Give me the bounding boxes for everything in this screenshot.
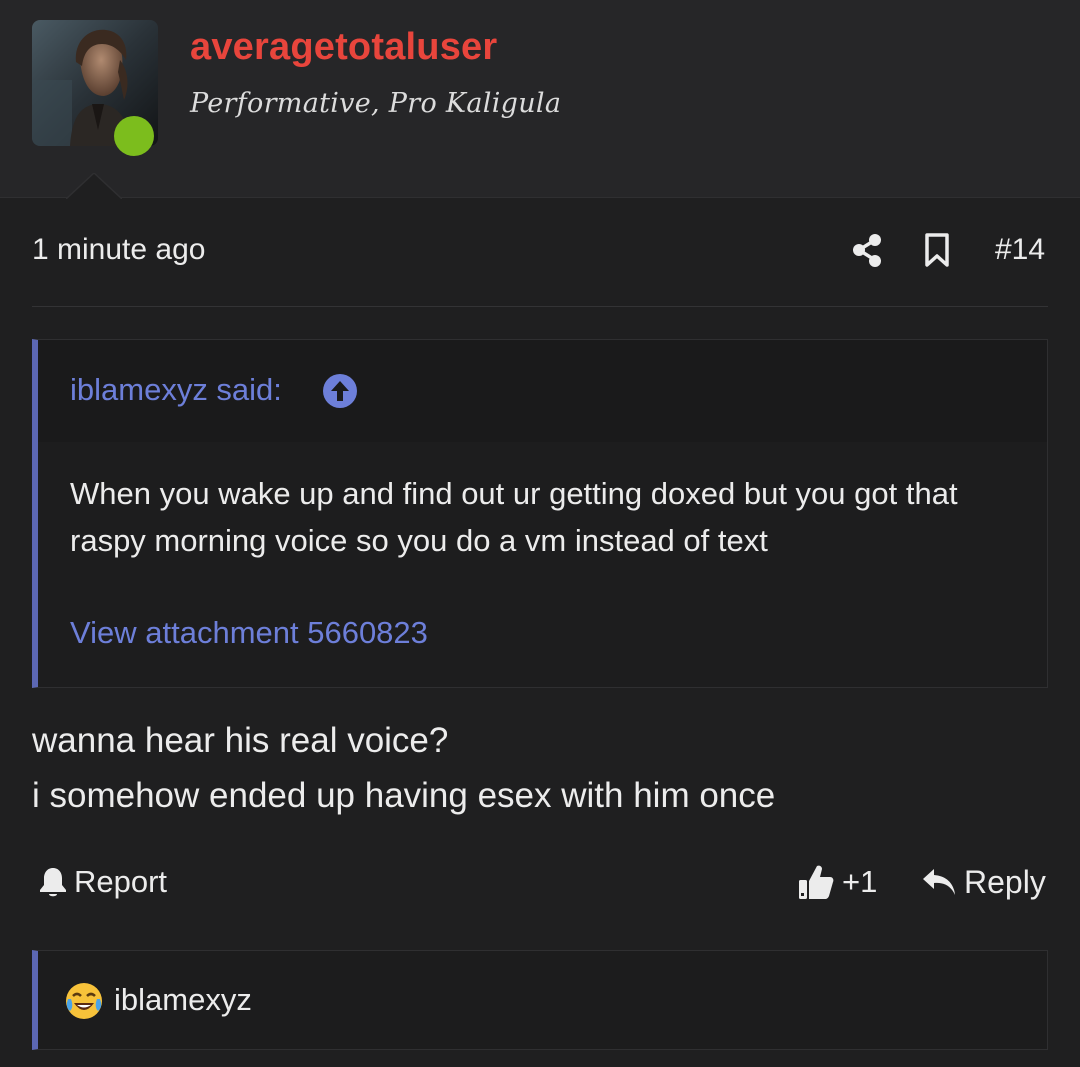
like-button[interactable]: +1 — [798, 860, 877, 904]
header-pointer-arrow — [66, 173, 122, 199]
quote-block: iblamexyz said: When you wake up and fin… — [32, 339, 1048, 688]
report-label: Report — [74, 864, 168, 899]
post-number-link[interactable]: #14 — [995, 233, 1045, 267]
author-username[interactable]: averagetotaluser — [190, 26, 497, 69]
reply-label: Reply — [964, 863, 1046, 900]
bell-icon — [40, 868, 66, 897]
author-user-title: Performative, Pro Kaligula — [190, 88, 562, 119]
post-timestamp[interactable]: 1 minute ago — [32, 233, 205, 267]
reply-button[interactable]: Reply — [922, 862, 1046, 902]
quote-body-text: When you wake up and find out ur getting… — [70, 476, 958, 558]
meta-divider — [32, 306, 1048, 307]
thumbs-up-icon — [799, 865, 834, 899]
attachment-link[interactable]: View attachment 5660823 — [70, 615, 428, 651]
face-with-tears-of-joy-icon — [66, 983, 102, 1019]
post-body-line: wanna hear his real voice? — [32, 721, 449, 760]
header-divider — [0, 197, 1080, 198]
post-body: wanna hear his real voice? i somehow end… — [32, 713, 775, 823]
arrow-up-circle-icon[interactable] — [322, 373, 358, 409]
bookmark-icon[interactable] — [922, 232, 952, 268]
post-body-line: i somehow ended up having esex with him … — [32, 776, 776, 815]
like-count: +1 — [842, 864, 878, 899]
report-button[interactable]: Report — [38, 862, 167, 902]
quote-author-label[interactable]: iblamexyz said: — [70, 372, 282, 408]
reply-arrow-icon — [923, 869, 955, 895]
online-status-indicator — [114, 116, 154, 156]
reactions-bar[interactable]: iblamexyz — [32, 950, 1048, 1050]
share-icon[interactable] — [850, 232, 884, 268]
reaction-users[interactable]: iblamexyz — [114, 982, 252, 1018]
